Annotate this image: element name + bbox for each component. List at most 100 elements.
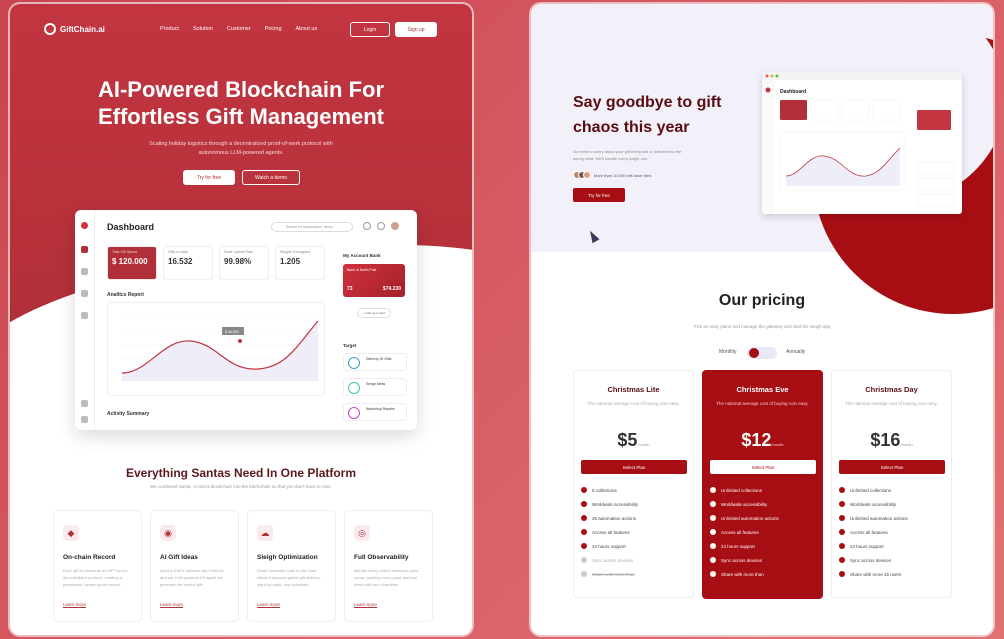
feature-card: ◉ AI Gift Ideas Input a child's behavior… [150,510,239,622]
learn-more-link[interactable]: Learn more [63,602,132,607]
dashboard-sidebar [75,210,95,430]
feature-item: 24 hours support [839,539,944,553]
bell-icon[interactable] [363,222,371,230]
feature-item: Access all features [839,525,944,539]
analytics-line-chart: $ 46.000 [121,316,319,381]
features-title: Everything Santas Need In One Platform [125,466,357,480]
mini-dashboard-title: Dashboard [780,89,806,95]
pricing-headline: Say goodbye to gift chaos this year [573,94,722,136]
stat-card[interactable]: Total Gift Spend $ 120.000 [107,246,157,280]
settings-icon[interactable] [81,400,88,407]
chat-icon[interactable] [377,222,385,230]
pricing-subtext: No need to worry about your gift being l… [573,149,682,161]
feature-card: ☁ Sleigh Optimization Smart contracts ro… [247,510,336,622]
nav-links: Product Solution Customer Pricing About … [160,26,317,32]
feature-card: ◆ On-chain Record Each gift is minted as… [53,510,142,622]
select-plan-button[interactable]: Select Plan [710,460,816,474]
target-item[interactable]: Workshop Repairs [343,403,407,421]
learn-more-link[interactable]: Learn more [160,602,229,607]
check-icon [839,515,845,521]
mini-dashboard-graphic: Dashboard [762,72,962,214]
feature-item: Unlimited collections [839,483,944,497]
learn-more-link[interactable]: Learn more [354,602,423,607]
target-item[interactable]: Delivery Of Gifts [343,353,407,371]
select-plan-button[interactable]: Select Plan [581,460,687,474]
nav-solution[interactable]: Solution [193,26,213,32]
feature-item: Share with more than [581,567,686,581]
dashboard-search-input[interactable]: Search for transactions, items... [271,222,353,232]
gift-icon: ◆ [63,525,79,541]
logo[interactable]: GiftChain.ai [44,23,105,35]
check-icon [581,557,587,563]
mini-dashboard-preview: Dashboard [762,72,962,214]
watch-demo-button[interactable]: Watch a demo [242,170,300,185]
toggle-annually-label[interactable]: Annually [786,349,805,355]
box-icon[interactable] [81,312,88,319]
feature-title: AI Gift Ideas [160,554,198,561]
add-card-button[interactable]: + Add new Card [357,308,391,318]
stat-card[interactable]: Gifts in chain 16.532 [163,246,213,280]
plan-card-day: Christmas Day The national average cost … [831,370,952,598]
plan-features: 5 collections Worldwide accessibility 25… [581,483,686,581]
plan-card-lite: Christmas Lite The national average cost… [573,370,694,598]
nav-pricing[interactable]: Pricing [265,26,282,32]
check-icon [581,501,587,507]
try-free-button[interactable]: Try for free [183,170,235,185]
check-icon [581,515,587,521]
our-pricing-title: Our pricing [718,292,806,309]
feature-item: Share with more 15 users [839,567,944,581]
feature-item: Share with more than [710,567,815,581]
feature-item: Worldwide accessibility [839,497,944,511]
feature-item: Access all features [710,525,815,539]
check-icon [581,487,587,493]
account-bank-heading: My Account Bank [343,253,381,258]
grid-icon[interactable] [81,246,88,253]
plan-name: Christmas Eve [736,385,789,394]
feature-item: Unlimited automation actions [839,511,944,525]
feature-desc: Smart contracts route to the most effici… [257,568,321,587]
feature-item: Access all features [581,525,686,539]
bank-card[interactable]: Bank of North Pole 73 $74.230 [343,264,405,297]
check-icon [710,571,716,577]
nav-product[interactable]: Product [160,26,179,32]
bar-chart-icon[interactable] [81,290,88,297]
chart-point[interactable] [238,339,242,343]
check-icon [839,487,845,493]
feature-title: Full Observability [354,554,409,561]
toggle-monthly-label[interactable]: Monthly [719,349,737,355]
nav-about[interactable]: About us [296,26,318,32]
learn-more-link[interactable]: Learn more [257,602,326,607]
plan-name: Christmas Day [865,385,918,394]
progress-ring-icon [348,407,360,419]
stat-card[interactable]: Sleighs Throughput 1.205 [275,246,325,280]
plan-price: $5/month [617,430,650,450]
feature-desc: Each gift is minted as an NFT on our dec… [63,568,128,587]
file-icon[interactable] [81,268,88,275]
analytics-chart: $ 46.000 [107,302,325,396]
plan-card-eve: Christmas Eve The national average cost … [702,370,823,599]
feature-desc: Input a child's behavior and interest, a… [160,568,224,587]
feature-item: 5 collections [581,483,686,497]
feature-desc: Monitor every child's behaviour year-rou… [354,568,420,587]
nav-customer[interactable]: Customer [227,26,251,32]
chart-tooltip-label: $ 46.000 [225,330,239,334]
logo-icon [44,23,56,35]
target-heading: Target [343,343,357,348]
plan-desc: The national average cost of buying coin… [716,401,809,406]
avatar[interactable] [391,222,399,230]
target-item[interactable]: Sleigh Ideas [343,378,407,396]
logout-icon[interactable] [81,416,88,423]
hero-subtext: Scaling holiday logistics through a dece… [149,141,333,156]
check-icon [581,543,587,549]
plan-features: Unlimited collections Worldwide accessib… [710,483,815,581]
features-subtitle: We combined Santa, AI and a blockchain i… [150,484,332,489]
try-free-button[interactable]: Try for free [573,188,625,202]
select-plan-button[interactable]: Select Plan [839,460,945,474]
stat-card[interactable]: Node Uptime Rate 99.98% [219,246,269,280]
signup-button[interactable]: Sign up [395,22,437,37]
plan-name: Christmas Lite [607,385,660,394]
login-button[interactable]: Login [350,22,390,37]
billing-switch[interactable] [747,347,777,359]
feature-item: 24 hours support [710,539,815,553]
cloud-icon: ☁ [257,525,273,541]
